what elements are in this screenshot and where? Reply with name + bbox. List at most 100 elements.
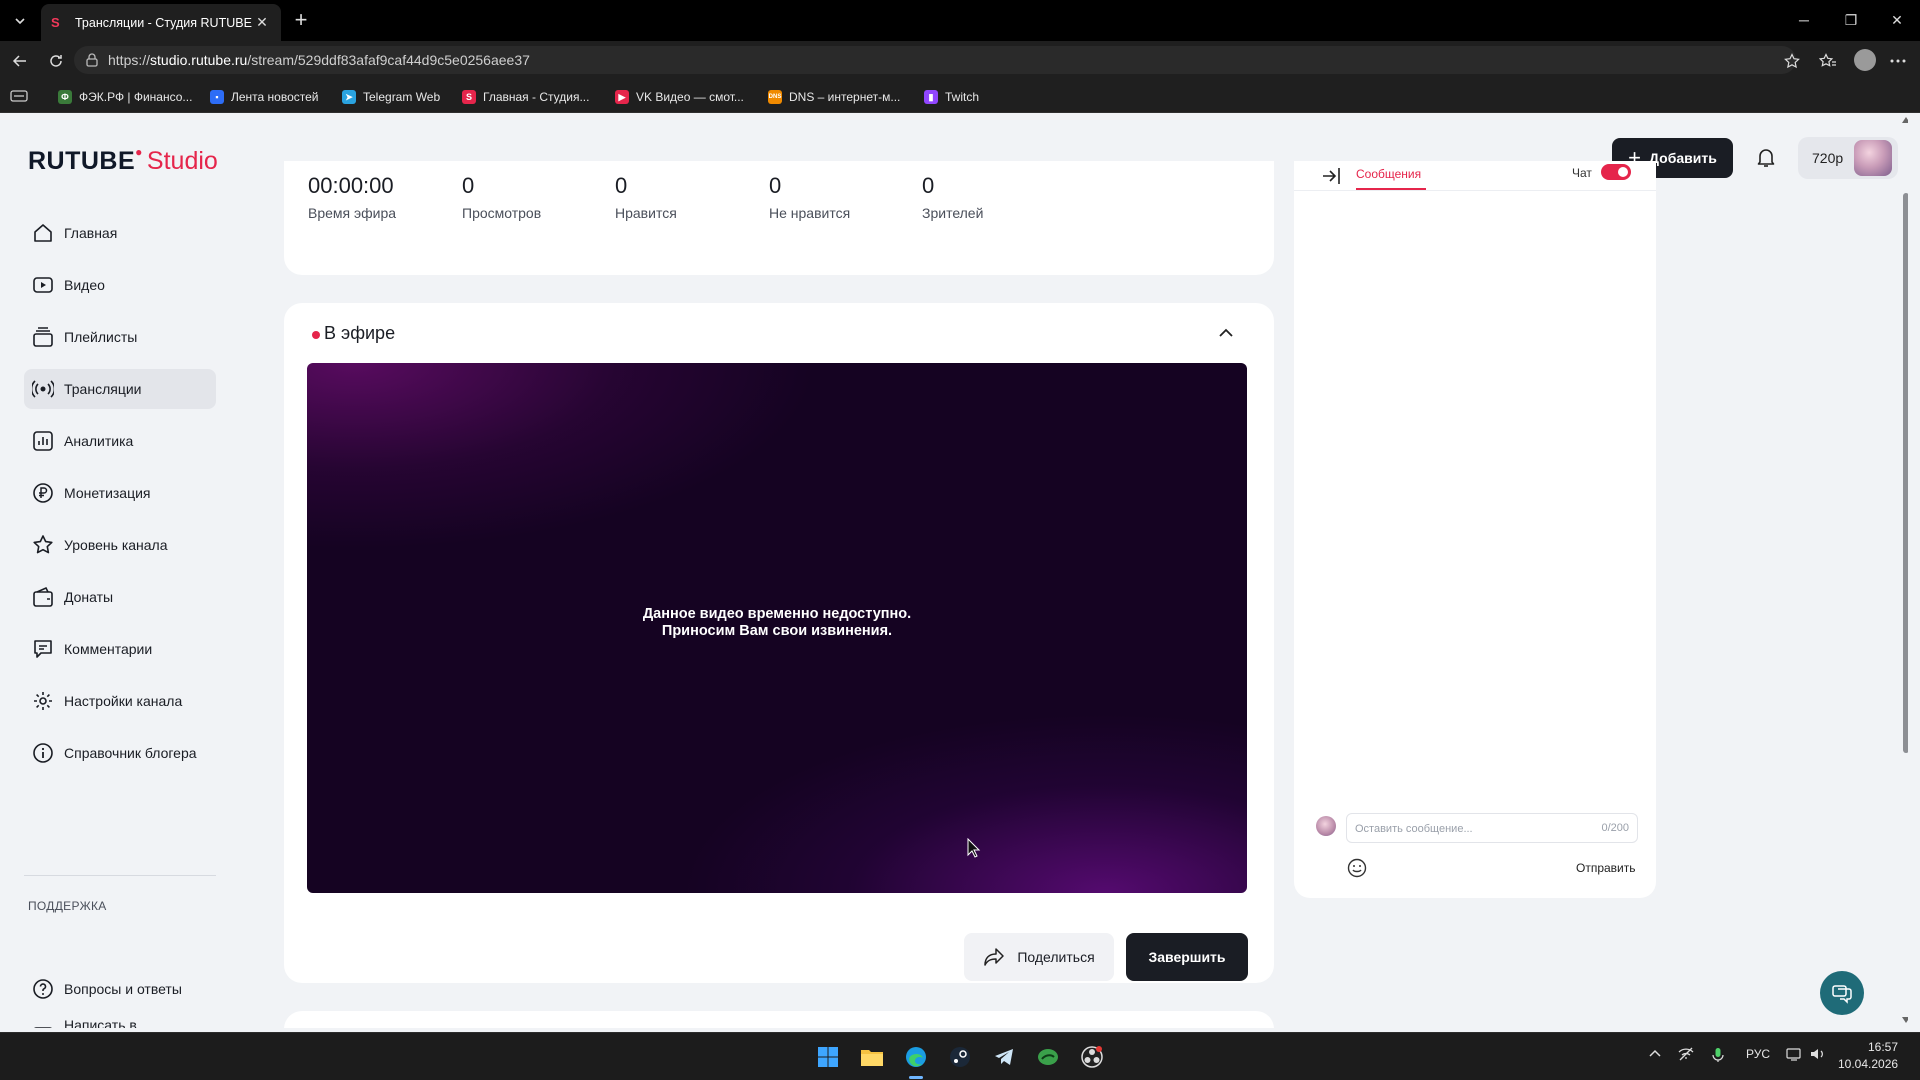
- back-button[interactable]: [8, 49, 32, 73]
- sidebar-item-home[interactable]: Главная: [24, 213, 216, 253]
- file-explorer-icon[interactable]: [857, 1042, 887, 1072]
- favorite-star-icon[interactable]: [1780, 49, 1804, 73]
- scroll-up-icon[interactable]: [1902, 117, 1908, 123]
- stat-value: 0: [922, 173, 935, 198]
- bookmark-item[interactable]: ▪ Лента новостей: [210, 87, 319, 107]
- bookmark-label: DNS – интернет-м...: [789, 90, 901, 104]
- next-section-card: [284, 1011, 1274, 1028]
- scroll-thumb[interactable]: [1903, 193, 1908, 753]
- browser-address-bar: https://studio.rutube.ru/stream/529ddf83…: [0, 41, 1920, 79]
- bookmark-label: Лента новостей: [231, 90, 319, 104]
- close-tab-icon[interactable]: ✕: [253, 14, 271, 31]
- scroll-down-icon[interactable]: [1902, 1017, 1908, 1023]
- sidebar-divider: [24, 875, 216, 876]
- chat-message-input[interactable]: [1355, 820, 1575, 838]
- bookmark-item[interactable]: S Главная - Студия...: [462, 87, 589, 107]
- obs-icon[interactable]: [1077, 1042, 1107, 1072]
- stat-label: Время эфира: [308, 205, 397, 221]
- close-window-button[interactable]: ✕: [1882, 8, 1912, 32]
- sidebar-item-broadcast[interactable]: Трансляции: [24, 369, 216, 409]
- player-message-line2: Приносим Вам свои извинения.: [661, 623, 893, 639]
- share-button[interactable]: Поделиться: [964, 933, 1114, 981]
- browser-tab[interactable]: S Трансляции - Студия RUTUBE ✕: [41, 4, 281, 41]
- sidebar-toggle-icon[interactable]: [10, 88, 28, 104]
- playlist-icon: [33, 327, 53, 347]
- user-avatar[interactable]: [1854, 140, 1892, 176]
- bookmark-item[interactable]: ➤ Telegram Web: [342, 87, 440, 107]
- volume-icon[interactable]: [1810, 1047, 1826, 1064]
- sidebar-item-gear[interactable]: Настройки канала: [24, 681, 216, 721]
- sidebar-item-label: Трансляции: [64, 381, 142, 397]
- site-info-icon[interactable]: [84, 52, 100, 68]
- chat-message-field[interactable]: 0/200: [1346, 813, 1638, 843]
- stat-label: Зрителей: [922, 205, 984, 221]
- finish-stream-button[interactable]: Завершить: [1126, 933, 1248, 981]
- microphone-icon[interactable]: [1712, 1047, 1724, 1066]
- sidebar-item-mail[interactable]: Написать в поддержку: [24, 1009, 216, 1028]
- sidebar-item-playlist[interactable]: Плейлисты: [24, 317, 216, 357]
- reload-button[interactable]: [44, 49, 68, 73]
- minimize-button[interactable]: ─: [1789, 8, 1819, 32]
- tray-expand-icon[interactable]: [1648, 1047, 1662, 1064]
- bookmark-item[interactable]: ▶ VK Видео — смот...: [615, 87, 744, 107]
- active-app-indicator: [909, 1076, 923, 1079]
- bookmark-item[interactable]: ▮ Twitch: [924, 87, 979, 107]
- video-player[interactable]: Данное видео временно недоступно. Принос…: [307, 363, 1247, 893]
- sidebar-item-label: Монетизация: [64, 485, 151, 501]
- telegram-icon[interactable]: [989, 1042, 1019, 1072]
- share-button-label: Поделиться: [1017, 949, 1095, 965]
- bookmark-item[interactable]: Ф ФЭК.РФ | Финансо...: [58, 87, 192, 107]
- system-clock[interactable]: 16:57 10.04.2026: [1838, 1039, 1898, 1073]
- sidebar-item-question[interactable]: Вопросы и ответы: [24, 969, 216, 1009]
- sidebar-item-video[interactable]: Видео: [24, 265, 216, 305]
- start-button[interactable]: [813, 1042, 843, 1072]
- browser-profile-avatar[interactable]: [1854, 49, 1876, 71]
- chat-char-counter: 0/200: [1601, 822, 1629, 834]
- chat-toggle[interactable]: [1601, 164, 1631, 180]
- bookmark-item[interactable]: DNS DNS – интернет-м...: [768, 87, 900, 107]
- clock-date: 10.04.2026: [1838, 1057, 1899, 1071]
- page-scrollbar[interactable]: [1900, 113, 1908, 1028]
- sidebar-item-star[interactable]: Уровень канала: [24, 525, 216, 565]
- sidebar-item-wallet[interactable]: Донаты: [24, 577, 216, 617]
- tab-list-button[interactable]: [6, 8, 34, 34]
- edge-browser-icon[interactable]: [901, 1042, 931, 1072]
- bell-icon[interactable]: [1754, 145, 1778, 169]
- gear-icon: [34, 692, 52, 710]
- steam-icon[interactable]: [945, 1042, 975, 1072]
- network-off-icon[interactable]: [1678, 1047, 1694, 1064]
- studio-page: RUTUBE● Studio + Добавить 720p Главная Вид…: [4, 113, 1908, 1028]
- chevron-up-icon[interactable]: [1216, 323, 1236, 343]
- sidebar-item-analytics[interactable]: Аналитика: [24, 421, 216, 461]
- display-icon[interactable]: [1786, 1047, 1802, 1064]
- support-heading: ПОДДЕРЖКА: [28, 899, 107, 913]
- bookmark-label: Главная - Студия...: [483, 90, 590, 104]
- bookmark-favicon-icon: DNS: [768, 90, 782, 104]
- stat-label: Не нравится: [769, 205, 851, 221]
- tab-messages[interactable]: Сообщения: [1356, 167, 1421, 181]
- support-chat-button[interactable]: [1820, 971, 1864, 1015]
- quality-label: 720p: [1812, 150, 1844, 166]
- favorites-icon[interactable]: [1816, 49, 1840, 73]
- question-icon: [33, 979, 53, 999]
- sidebar-item-comment[interactable]: Комментарии: [24, 629, 216, 669]
- more-menu-icon[interactable]: [1886, 49, 1910, 73]
- stat-item: 0 Не нравится: [769, 173, 850, 221]
- live-card: В эфире Данное видео временно недоступно…: [284, 303, 1274, 983]
- app-green-icon[interactable]: [1033, 1042, 1063, 1072]
- new-tab-button[interactable]: +: [288, 8, 314, 34]
- send-message-button[interactable]: Отправить: [1576, 861, 1636, 875]
- logo-dot-icon: ●: [135, 145, 143, 159]
- stat-value: 0: [769, 173, 782, 198]
- sidebar-item-ruble[interactable]: Монетизация: [24, 473, 216, 513]
- chat-toggle-label: Чат: [1572, 166, 1592, 180]
- url-field[interactable]: https://studio.rutube.ru/stream/529ddf83…: [74, 46, 1796, 74]
- restore-button[interactable]: ❐: [1836, 8, 1866, 32]
- rutube-studio-logo[interactable]: RUTUBE● Studio: [28, 145, 218, 176]
- emoji-icon[interactable]: [1346, 857, 1368, 879]
- language-indicator[interactable]: РУС: [1746, 1047, 1770, 1061]
- sidebar-item-info[interactable]: Справочник блогера: [24, 733, 216, 773]
- collapse-chat-icon[interactable]: [1320, 165, 1342, 187]
- account-menu[interactable]: 720p: [1798, 137, 1898, 179]
- home-icon: [34, 224, 52, 242]
